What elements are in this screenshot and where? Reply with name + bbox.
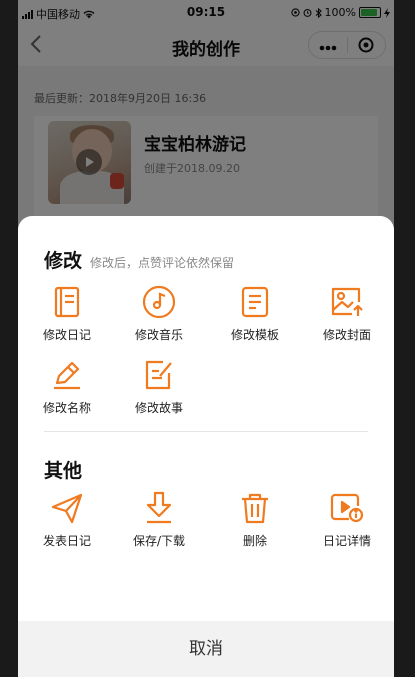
- other-section-title: 其他: [44, 460, 83, 482]
- music-disc-icon: [142, 285, 176, 319]
- image-upload-icon: [331, 287, 363, 316]
- modify-template-label: 修改模板: [230, 328, 279, 342]
- download-icon: [146, 491, 172, 524]
- modify-cover-label: 修改封面: [322, 328, 371, 342]
- modify-story-label: 修改故事: [134, 401, 183, 415]
- modify-diary-button[interactable]: 修改日记: [27, 284, 107, 343]
- publish-diary-label: 发表日记: [42, 534, 91, 548]
- section-divider: [44, 431, 368, 432]
- modify-cover-button[interactable]: 修改封面: [307, 284, 387, 343]
- edit-note-icon: [145, 360, 172, 390]
- delete-button[interactable]: 删除: [215, 490, 295, 549]
- video-info-icon: [330, 493, 364, 523]
- phone-screen: 中国移动 09:15 100% 我的创作 最后更新：2018年: [18, 0, 394, 677]
- trash-icon: [242, 493, 268, 524]
- modify-name-button[interactable]: 修改名称: [27, 357, 107, 416]
- modify-name-label: 修改名称: [42, 401, 91, 415]
- send-icon: [51, 493, 83, 524]
- cancel-button[interactable]: 取消: [18, 621, 394, 677]
- save-download-button[interactable]: 保存/下载: [119, 490, 199, 549]
- modify-music-label: 修改音乐: [134, 328, 183, 342]
- diary-details-label: 日记详情: [322, 534, 371, 548]
- modify-section-title: 修改: [44, 250, 83, 272]
- action-sheet: 修改 修改后，点赞评论依然保留 修改日记 修改音乐 修改模板 修改封面 修改名称…: [18, 216, 394, 677]
- other-section-header: 其他: [44, 456, 82, 483]
- template-icon: [241, 286, 269, 318]
- book-icon: [54, 286, 80, 318]
- diary-details-button[interactable]: 日记详情: [307, 490, 387, 549]
- modify-section-header: 修改 修改后，点赞评论依然保留: [44, 246, 234, 273]
- save-download-label: 保存/下载: [132, 534, 186, 548]
- publish-diary-button[interactable]: 发表日记: [27, 490, 107, 549]
- pen-icon: [54, 361, 80, 390]
- delete-label: 删除: [242, 534, 267, 548]
- modify-diary-label: 修改日记: [42, 328, 91, 342]
- modify-story-button[interactable]: 修改故事: [119, 357, 199, 416]
- modify-section-subtitle: 修改后，点赞评论依然保留: [90, 256, 235, 270]
- modify-music-button[interactable]: 修改音乐: [119, 284, 199, 343]
- modify-template-button[interactable]: 修改模板: [215, 284, 295, 343]
